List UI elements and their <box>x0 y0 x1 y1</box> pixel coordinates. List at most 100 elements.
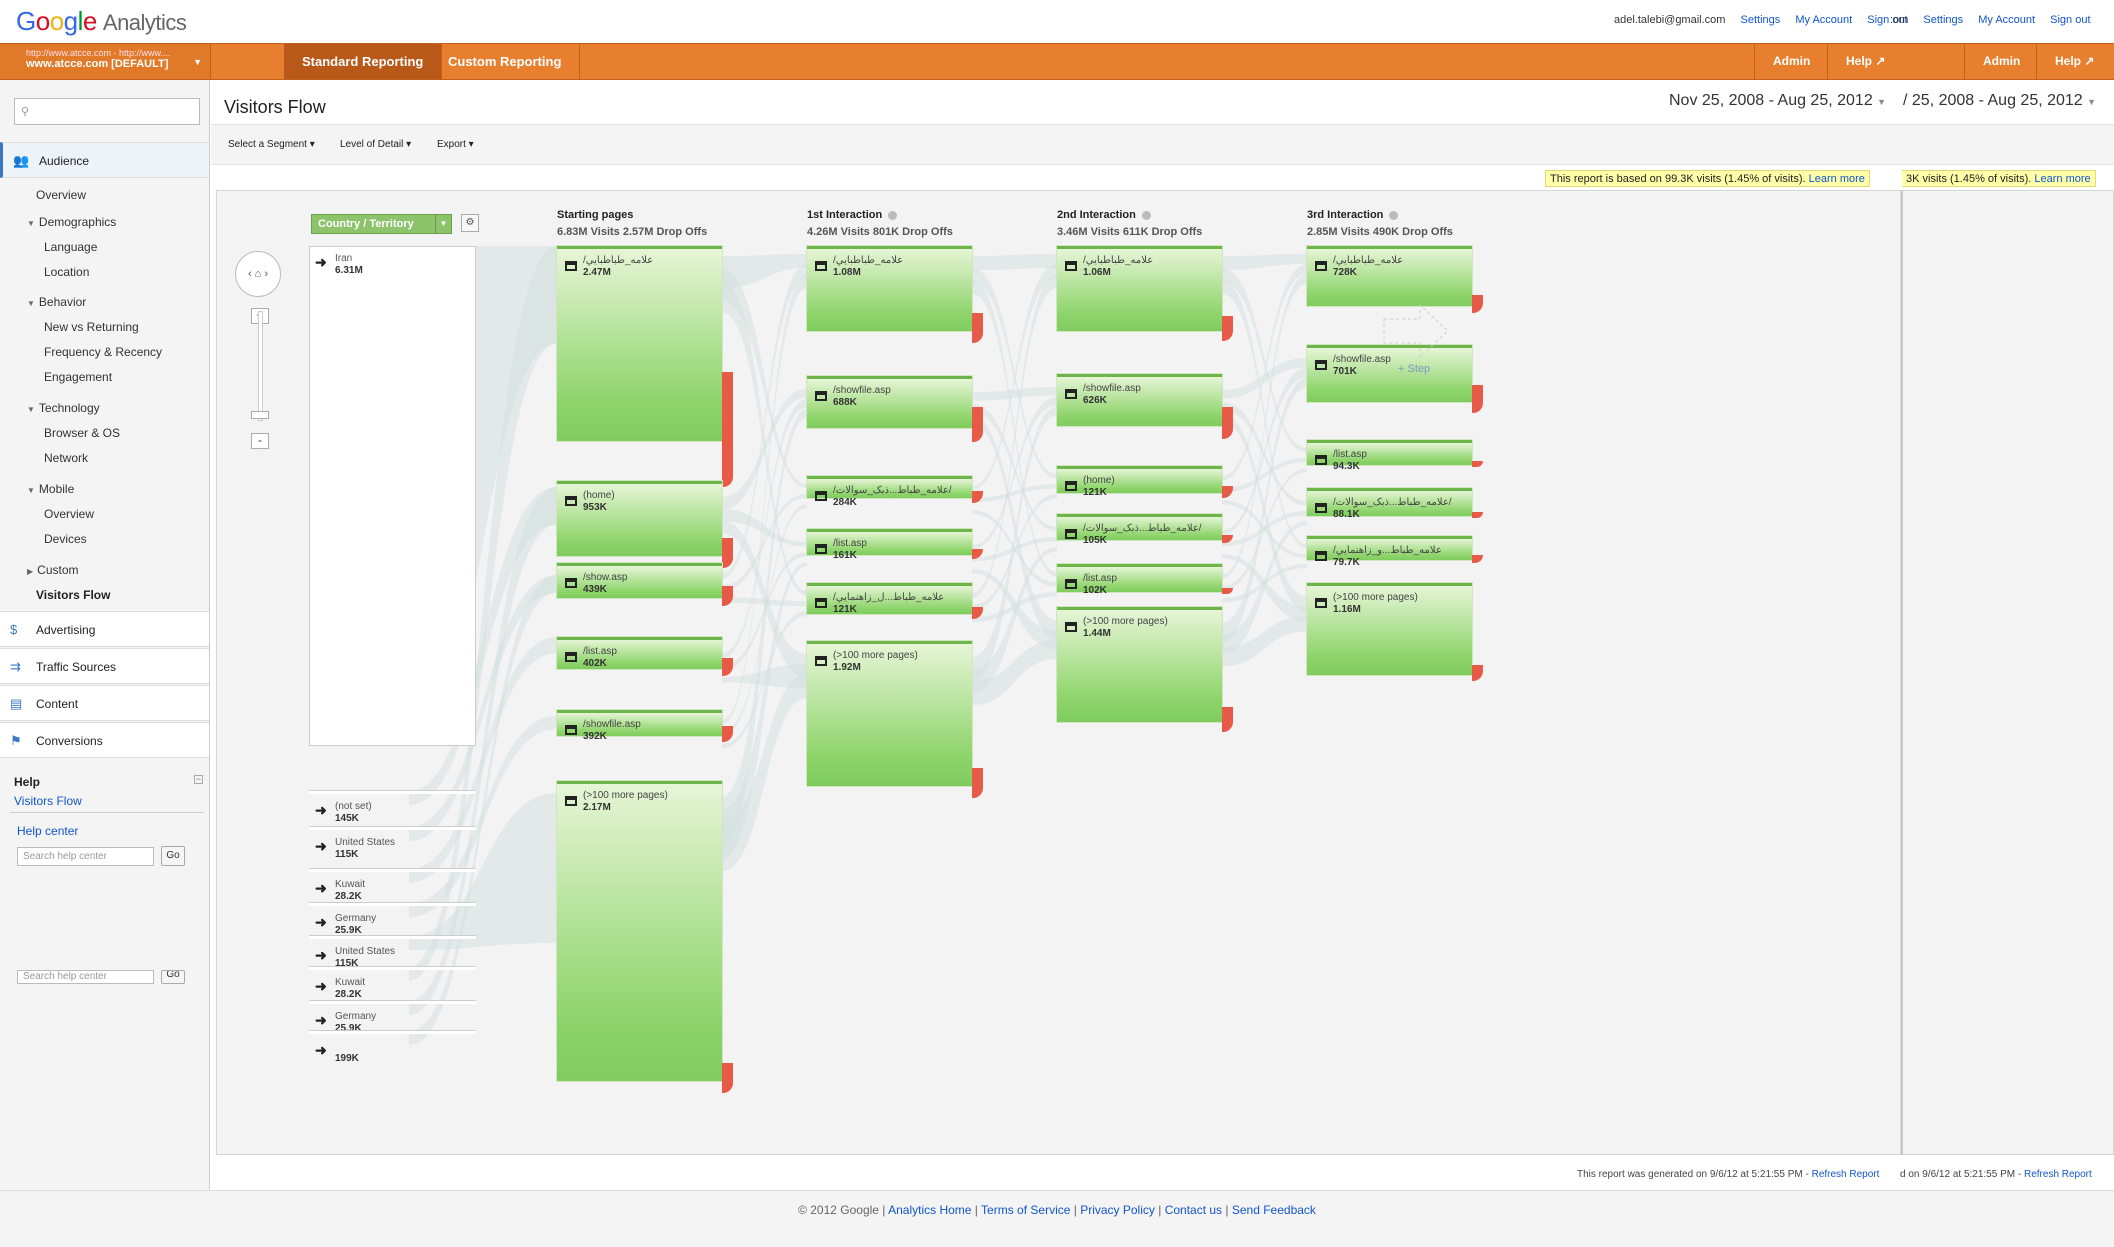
page-node[interactable]: (>100 more pages) 2.17M <box>557 781 722 1081</box>
profile-selector[interactable]: http://www.atcce.com - http://www.... ww… <box>0 44 211 79</box>
sidebar-item-frequency[interactable]: Frequency & Recency <box>44 345 162 359</box>
page-node[interactable]: /list.asp 102K <box>1057 564 1222 596</box>
page-node[interactable]: /علامه_طباطبايي 1.06M <box>1057 246 1222 331</box>
privacy-link[interactable]: Privacy Policy <box>1080 1203 1155 1217</box>
remove-column-icon[interactable] <box>1389 210 1399 220</box>
page-node[interactable]: /علامه_طباط...و_زاهنمايي 79.7K <box>1307 536 1472 568</box>
page-node[interactable]: (home) 953K <box>557 481 722 556</box>
date-range-picker[interactable]: Nov 25, 2008 - Aug 25, 2012 ▼ <box>1669 92 1886 110</box>
help-center-link[interactable]: Help center <box>17 824 78 838</box>
page-node[interactable]: /علامه_طباطبايي 1.08M <box>807 246 972 331</box>
help-search-input-dup[interactable]: Search help center <box>17 970 154 984</box>
sign-out-link-dup[interactable]: Sign out <box>2050 14 2090 26</box>
sidebar-item-network[interactable]: Network <box>44 451 88 465</box>
sidebar-item-technology[interactable]: ▼ Technology <box>27 401 100 415</box>
sidebar-item-language[interactable]: Language <box>44 240 97 254</box>
dropoff-bar[interactable] <box>1222 406 1233 439</box>
sidebar-section-advertising[interactable]: $ Advertising <box>0 611 209 647</box>
sidebar-item-engagement[interactable]: Engagement <box>44 370 112 384</box>
source-node[interactable]: ➜ Kuwait 28.2K <box>309 869 476 905</box>
help-button-dup[interactable]: Help ↗ <box>2036 44 2112 79</box>
dropoff-bar[interactable] <box>722 1063 733 1093</box>
flow-band[interactable] <box>722 389 807 510</box>
dropoff-bar[interactable] <box>972 407 983 442</box>
page-node[interactable]: /علامه_طباط...ل_زاهنمايي 121K <box>807 583 972 615</box>
sidebar-item-devices[interactable]: Devices <box>44 532 87 546</box>
page-node[interactable]: (home) 121K <box>1057 466 1222 498</box>
help-link-visitors-flow[interactable]: Visitors Flow <box>14 794 82 808</box>
level-of-detail-button[interactable]: Level of Detail ▾ <box>340 139 411 150</box>
remove-column-icon[interactable] <box>1141 210 1151 220</box>
flow-band[interactable] <box>972 387 1057 401</box>
refresh-report-link[interactable]: Refresh Report <box>2024 1169 2092 1180</box>
page-node[interactable]: /showfile.asp 688K <box>807 376 972 428</box>
minimize-icon[interactable]: − <box>194 775 203 784</box>
analytics-home-link[interactable]: Analytics Home <box>888 1203 971 1217</box>
pan-control[interactable]: ‹ ⌂ › <box>235 251 281 297</box>
add-step[interactable]: + Step <box>1382 301 1449 375</box>
source-node-box[interactable] <box>309 246 476 746</box>
sidebar-item-behavior[interactable]: ▼ Behavior <box>27 295 86 309</box>
flow-band[interactable] <box>722 280 807 597</box>
sidebar-item-overview[interactable]: Overview <box>36 188 86 202</box>
source-node[interactable]: ➜ United States 115K <box>309 827 476 863</box>
dropoff-bar[interactable] <box>972 313 983 343</box>
sidebar-section-conversions[interactable]: ⚑ Conversions <box>0 722 209 758</box>
source-node[interactable]: ➜ Kuwait 28.2K <box>309 967 476 1003</box>
export-button[interactable]: Export ▾ <box>437 139 474 150</box>
dropoff-bar[interactable] <box>722 538 733 568</box>
learn-more-link[interactable]: Learn more <box>1809 173 1865 185</box>
sidebar-search-input[interactable]: ⚲ <box>14 98 200 125</box>
admin-button-dup[interactable]: Admin <box>1964 44 2038 79</box>
sidebar-item-demographics[interactable]: ▼ Demographics <box>27 215 116 229</box>
sidebar-item-custom[interactable]: ▶ Custom <box>27 563 79 577</box>
date-range-picker-dup[interactable]: / 25, 2008 - Aug 25, 2012 ▼ <box>1903 92 2096 110</box>
page-node[interactable]: /علامه_طباط...ذبک_سوالات/105K <box>1057 514 1222 546</box>
help-search-input[interactable]: Search help center <box>17 847 154 866</box>
tab-custom-reporting[interactable]: Custom Reporting <box>430 44 581 79</box>
source-node[interactable]: ➜ 199K <box>309 1031 476 1067</box>
help-go-button[interactable]: Go <box>161 846 185 866</box>
settings-link[interactable]: Settings <box>1741 14 1781 26</box>
page-node[interactable]: /list.asp 402K <box>557 637 722 669</box>
dimension-selector[interactable]: Country / Territory ▼ <box>311 214 452 234</box>
dropoff-bar[interactable] <box>722 372 733 487</box>
contact-link[interactable]: Contact us <box>1165 1203 1222 1217</box>
page-node[interactable]: (>100 more pages) 1.44M <box>1057 607 1222 722</box>
visitors-flow-canvas[interactable]: ‹ ⌂ › + - Country / Territory▼ ⚙ Startin… <box>216 190 1901 1155</box>
help-button[interactable]: Help ↗ <box>1827 44 1903 79</box>
help-go-button-dup[interactable]: Go <box>161 970 185 984</box>
page-node[interactable]: /علامه_طباطبايي 728K <box>1307 246 1472 306</box>
terms-link[interactable]: Terms of Service <box>981 1203 1070 1217</box>
source-node[interactable]: ➜ Iran 6.31M <box>309 246 476 282</box>
sidebar-section-audience[interactable]: 👥 Audience <box>0 142 209 178</box>
sidebar-item-new-vs-returning[interactable]: New vs Returning <box>44 320 139 334</box>
zoom-handle[interactable] <box>251 411 269 419</box>
page-node[interactable]: /علامه_طباط...ذبک_سوالات/284K <box>807 476 972 508</box>
page-node[interactable]: /showfile.asp 392K <box>557 710 722 742</box>
flow-band[interactable] <box>972 254 1057 271</box>
google-analytics-logo[interactable]: Google Analytics <box>16 6 187 37</box>
page-node[interactable]: /show.asp 439K <box>557 563 722 598</box>
sidebar-item-browser[interactable]: Browser & OS <box>44 426 120 440</box>
remove-column-icon[interactable] <box>888 210 898 220</box>
sidebar-item-location[interactable]: Location <box>44 265 89 279</box>
flow-band[interactable] <box>1222 254 1307 271</box>
sidebar-section-content[interactable]: ▤ Content <box>0 685 209 721</box>
page-node[interactable]: /list.asp 94.3K <box>1307 440 1472 472</box>
gear-icon[interactable]: ⚙ <box>461 214 479 232</box>
admin-button[interactable]: Admin <box>1754 44 1828 79</box>
refresh-report-link[interactable]: Refresh Report <box>1812 1169 1880 1180</box>
source-node[interactable]: ➜ Germany 25.9K <box>309 903 476 939</box>
learn-more-link[interactable]: Learn more <box>2034 173 2090 185</box>
source-node[interactable]: ➜ (not set) 145K <box>309 791 476 827</box>
page-node[interactable]: (>100 more pages) 1.16M <box>1307 583 1472 675</box>
settings-link-dup[interactable]: Settings <box>1923 14 1963 26</box>
sidebar-item-visitors-flow[interactable]: Visitors Flow <box>36 588 110 602</box>
sidebar-item-mobile[interactable]: ▼ Mobile <box>27 482 74 496</box>
select-segment-button[interactable]: Select a Segment ▾ <box>228 139 315 150</box>
page-node[interactable]: /علامه_طباطبايي 2.47M <box>557 246 722 441</box>
dropoff-bar[interactable] <box>972 768 983 798</box>
page-node[interactable]: /showfile.asp 626K <box>1057 374 1222 426</box>
zoom-out-button[interactable]: - <box>251 433 269 449</box>
